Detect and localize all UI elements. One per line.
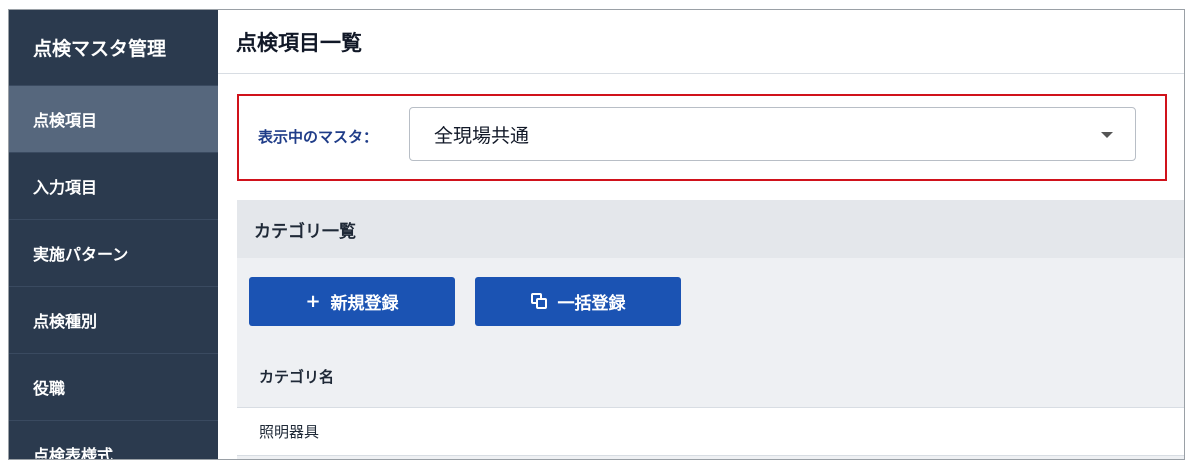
bulk-register-button[interactable]: 一括登録 (475, 277, 681, 326)
window-edge (1185, 9, 1199, 460)
sidebar-title: 点検マスタ管理 (9, 10, 218, 86)
sidebar-item-inspection-type[interactable]: 点検種別 (9, 287, 218, 354)
sidebar-item-execution-pattern[interactable]: 実施パターン (9, 220, 218, 287)
master-select[interactable]: 全現場共通 (409, 107, 1136, 161)
sidebar-item-input-items[interactable]: 入力項目 (9, 153, 218, 220)
chevron-down-icon (1101, 132, 1113, 138)
sidebar-item-position[interactable]: 役職 (9, 354, 218, 421)
new-register-label: 新規登録 (330, 294, 399, 314)
sidebar-item-inspection-form[interactable]: 点検表様式 (9, 421, 218, 459)
page-title: 点検項目一覧 (218, 10, 1184, 74)
master-selector-highlight: 表示中のマスタ： 全現場共通 (237, 94, 1167, 181)
master-select-value: 全現場共通 (434, 124, 530, 147)
table-row[interactable]: 照明器具 (237, 408, 1184, 456)
master-label: 表示中のマスタ： (258, 128, 379, 146)
plus-icon: + (305, 291, 321, 312)
main-content: 点検項目一覧 表示中のマスタ： 全現場共通 カテゴリ一覧 + 新規登録 一括登録… (218, 10, 1184, 459)
category-panel-title: カテゴリ一覧 (237, 200, 1184, 258)
category-column-header: カテゴリ名 (237, 346, 1184, 408)
new-register-button[interactable]: + 新規登録 (249, 277, 455, 326)
category-panel: カテゴリ一覧 + 新規登録 一括登録 カテゴリ名 照明器具 (237, 200, 1184, 459)
sidebar: 点検マスタ管理 点検項目 入力項目 実施パターン 点検種別 役職 点検表様式 (9, 10, 218, 459)
bulk-register-label: 一括登録 (557, 294, 626, 314)
copy-icon (530, 293, 548, 310)
sidebar-item-inspection-items[interactable]: 点検項目 (9, 86, 218, 153)
app-frame: 点検マスタ管理 点検項目 入力項目 実施パターン 点検種別 役職 点検表様式 点… (8, 9, 1185, 460)
